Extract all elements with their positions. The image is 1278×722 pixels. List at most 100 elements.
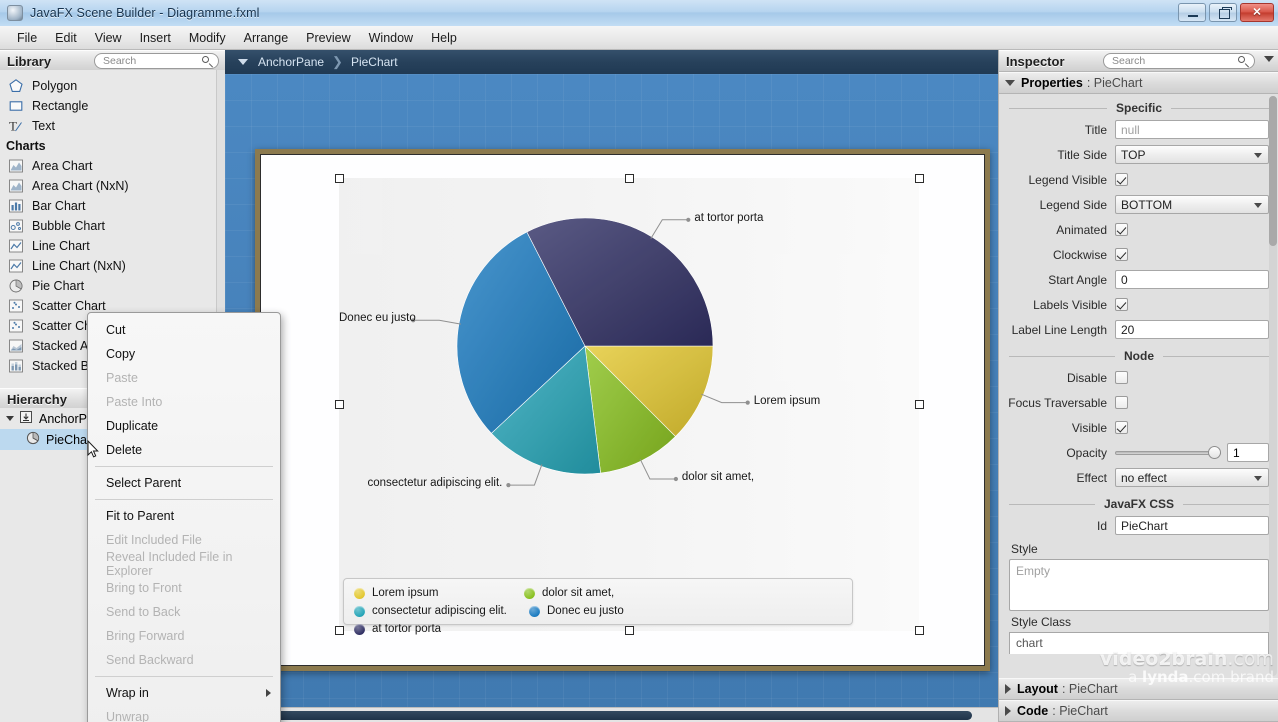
selection-handle-se[interactable] xyxy=(915,626,924,635)
library-item-area-chart-nxn[interactable]: Area Chart (NxN) xyxy=(0,176,225,196)
context-menu-item-cut[interactable]: Cut xyxy=(88,318,280,342)
label-line-length-input[interactable]: 20 xyxy=(1115,320,1269,339)
library-item-line-chart[interactable]: Line Chart xyxy=(0,236,225,256)
breadcrumb-item-anchorpane[interactable]: AnchorPane xyxy=(258,55,324,69)
library-item-bubble-chart[interactable]: Bubble Chart xyxy=(0,216,225,236)
context-menu-item-bring-forward: Bring Forward xyxy=(88,624,280,648)
legend-item[interactable]: consectetur adipiscing elit. xyxy=(354,602,529,620)
context-menu-item-copy[interactable]: Copy xyxy=(88,342,280,366)
legend-item[interactable]: Lorem ipsum xyxy=(354,584,524,602)
menu-preview[interactable]: Preview xyxy=(297,28,359,48)
legend-item[interactable]: at tortor porta xyxy=(354,620,524,638)
library-item-line-chart-nxn[interactable]: Line Chart (NxN) xyxy=(0,256,225,276)
inspector-menu-icon[interactable] xyxy=(1264,56,1274,62)
library-item-text[interactable]: T Text xyxy=(0,116,225,136)
selection-handle-nw[interactable] xyxy=(335,174,344,183)
legend-item[interactable]: dolor sit amet, xyxy=(524,584,694,602)
canvas-horizontal-scrollbar[interactable] xyxy=(225,707,998,722)
chevron-right-icon[interactable] xyxy=(1005,684,1011,694)
library-item-polygon[interactable]: Polygon xyxy=(0,76,225,96)
menu-view[interactable]: View xyxy=(86,28,131,48)
inspector-search-input[interactable] xyxy=(1112,55,1230,67)
context-menu-item-delete[interactable]: Delete xyxy=(88,438,280,462)
library-search-input[interactable] xyxy=(103,55,195,67)
selection-handle-sw[interactable] xyxy=(335,626,344,635)
legend-color-swatch xyxy=(354,587,365,599)
menu-window[interactable]: Window xyxy=(360,28,422,48)
legend-side-select[interactable]: BOTTOM xyxy=(1115,195,1269,214)
area-chart-icon xyxy=(8,178,24,194)
menu-modify[interactable]: Modify xyxy=(180,28,235,48)
chevron-right-icon[interactable] xyxy=(1005,706,1011,716)
maximize-button[interactable] xyxy=(1209,3,1237,22)
context-menu-separator xyxy=(95,466,273,467)
opacity-value-input[interactable]: 1 xyxy=(1227,443,1269,462)
scrollbar-thumb[interactable] xyxy=(227,711,972,720)
style-textarea[interactable]: Empty xyxy=(1009,559,1269,611)
layout-section-header[interactable]: Layout : PieChart xyxy=(999,678,1278,700)
context-menu-item-duplicate[interactable]: Duplicate xyxy=(88,414,280,438)
close-button[interactable]: ✕ xyxy=(1240,3,1274,22)
labels-visible-checkbox[interactable] xyxy=(1115,298,1128,311)
inspector-search[interactable] xyxy=(1103,53,1255,69)
library-item-rectangle[interactable]: Rectangle xyxy=(0,96,225,116)
opacity-slider[interactable] xyxy=(1115,443,1221,462)
legend-visible-label: Legend Visible xyxy=(1028,172,1107,187)
context-menu-item-select-parent[interactable]: Select Parent xyxy=(88,471,280,495)
properties-section-header[interactable]: Properties : PieChart xyxy=(999,72,1278,94)
clockwise-checkbox[interactable] xyxy=(1115,248,1128,261)
menu-edit[interactable]: Edit xyxy=(46,28,86,48)
design-canvas[interactable]: Lorem ipsum dolor sit amet, consectetur ad… xyxy=(225,74,998,722)
library-item-label: Bar Chart xyxy=(32,199,86,213)
pie-slice-label: dolor sit amet, xyxy=(681,471,755,484)
style-class-label: Style Class xyxy=(1011,615,1072,629)
selection-handle-e[interactable] xyxy=(915,400,924,409)
disable-checkbox[interactable] xyxy=(1115,371,1128,384)
effect-value: no effect xyxy=(1121,470,1167,485)
rectangle-icon xyxy=(8,98,24,114)
start-angle-input[interactable]: 0 xyxy=(1115,270,1269,289)
animated-checkbox[interactable] xyxy=(1115,223,1128,236)
effect-select[interactable]: no effect xyxy=(1115,468,1269,487)
pie-slice-label: consectetur adipiscing elit. xyxy=(367,477,503,490)
inspector-scrollbar[interactable] xyxy=(1269,96,1277,676)
library-item-bar-chart[interactable]: Bar Chart xyxy=(0,196,225,216)
style-class-input[interactable]: chart xyxy=(1009,632,1269,654)
scrollbar-thumb[interactable] xyxy=(1269,96,1277,246)
context-menu[interactable]: Cut Copy Paste Paste Into Duplicate Delete Sel… xyxy=(87,312,281,722)
chevron-down-icon[interactable] xyxy=(238,59,248,65)
context-menu-item-fit-to-parent[interactable]: Fit to Parent xyxy=(88,504,280,528)
selection-handle-s[interactable] xyxy=(625,626,634,635)
menu-file[interactable]: File xyxy=(8,28,46,48)
anchorpane-node[interactable]: Lorem ipsum dolor sit amet, consectetur ad… xyxy=(261,155,984,665)
menu-arrange[interactable]: Arrange xyxy=(235,28,297,48)
menu-insert[interactable]: Insert xyxy=(131,28,180,48)
chevron-down-icon[interactable] xyxy=(6,413,17,424)
piechart-node[interactable]: Lorem ipsum dolor sit amet, consectetur ad… xyxy=(339,178,919,635)
chevron-down-icon[interactable] xyxy=(1005,80,1015,86)
stage[interactable]: Lorem ipsum dolor sit amet, consectetur ad… xyxy=(260,154,985,666)
title-input[interactable]: null xyxy=(1115,120,1269,139)
title-side-select[interactable]: TOP xyxy=(1115,145,1269,164)
legend-visible-checkbox[interactable] xyxy=(1115,173,1128,186)
focus-traversable-checkbox[interactable] xyxy=(1115,396,1128,409)
library-item-pie-chart[interactable]: Pie Chart xyxy=(0,276,225,296)
slider-knob[interactable] xyxy=(1208,446,1221,459)
minimize-button[interactable] xyxy=(1178,3,1206,22)
selection-handle-n[interactable] xyxy=(625,174,634,183)
context-menu-separator xyxy=(95,499,273,500)
context-menu-item-wrap-in[interactable]: Wrap in xyxy=(88,681,280,705)
visible-checkbox[interactable] xyxy=(1115,421,1128,434)
library-section-charts: Charts xyxy=(0,136,225,156)
id-input[interactable]: PieChart xyxy=(1115,516,1269,535)
menu-help[interactable]: Help xyxy=(422,28,466,48)
library-item-area-chart[interactable]: Area Chart xyxy=(0,156,225,176)
pie-label-leader-line xyxy=(508,464,543,486)
selection-handle-ne[interactable] xyxy=(915,174,924,183)
code-section-header[interactable]: Code : PieChart xyxy=(999,700,1278,722)
legend-item[interactable]: Donec eu justo xyxy=(529,602,699,620)
inspector-body[interactable]: Specific Title null Title Side TOP Legen… xyxy=(999,94,1278,722)
library-search[interactable] xyxy=(94,53,219,69)
breadcrumb-item-piechart[interactable]: PieChart xyxy=(351,55,398,69)
selection-handle-w[interactable] xyxy=(335,400,344,409)
